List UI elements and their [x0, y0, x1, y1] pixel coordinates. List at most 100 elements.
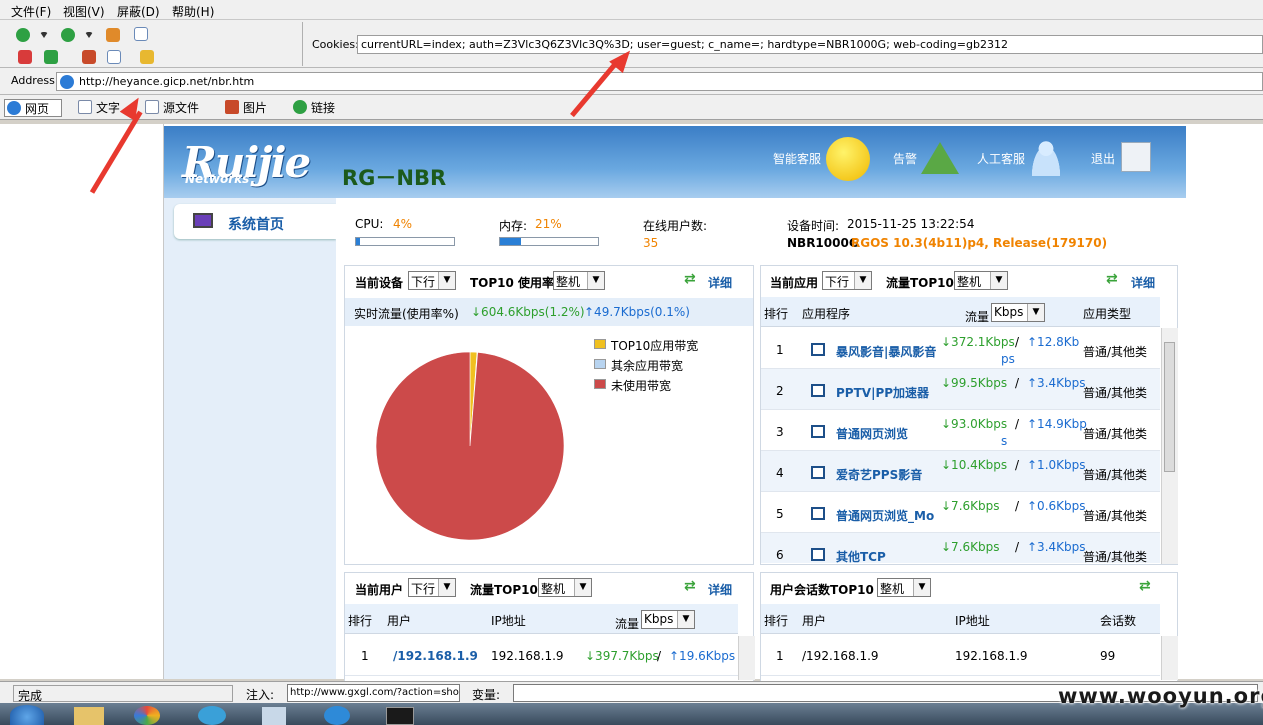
chevron-down-icon[interactable]: [85, 32, 93, 38]
refresh-icon[interactable]: ⇄: [1139, 578, 1151, 594]
col-traffic: 流量: [965, 310, 990, 324]
chevron-down-icon: ▼: [574, 579, 591, 596]
app-detail-link[interactable]: 详细: [1131, 274, 1155, 291]
app-direction-select[interactable]: 下行 ▼: [822, 271, 872, 290]
app-scope-select[interactable]: 整机 ▼: [954, 271, 1008, 290]
user-detail-link[interactable]: 详细: [708, 581, 732, 598]
browser-icon[interactable]: [198, 706, 226, 725]
device-scope-select[interactable]: 整机 ▼: [553, 271, 605, 290]
cell-rank: 1: [361, 649, 369, 663]
cell-app[interactable]: 普通网页浏览_Mo: [836, 507, 936, 524]
user-scope-select[interactable]: 整机 ▼: [538, 578, 592, 597]
app-scrollbar[interactable]: [1161, 328, 1178, 564]
cell-user[interactable]: /192.168.1.9: [393, 649, 478, 663]
tab-source[interactable]: 源文件: [143, 99, 213, 117]
chevron-down-icon: ▼: [1027, 304, 1044, 321]
cell-up: ↑14.9Kbp: [1027, 417, 1087, 431]
app-unit-select[interactable]: Kbps ▼: [991, 303, 1045, 322]
cell-app[interactable]: 暴风影音|暴风影音: [836, 343, 936, 360]
menu-help[interactable]: 帮助(H): [172, 3, 214, 20]
cpu-bar: [355, 237, 455, 246]
device-direction-select[interactable]: 下行 ▼: [408, 271, 456, 290]
human-service-link[interactable]: 人工客服: [977, 150, 1025, 167]
refresh-icon[interactable]: ⇄: [684, 271, 696, 287]
alarm-link[interactable]: 告警: [893, 150, 917, 167]
cell-type: 普通/其他类: [1083, 468, 1148, 482]
table-row[interactable]: 1 /192.168.1.9 192.168.1.9 99: [761, 636, 1160, 676]
lock-icon[interactable]: [140, 50, 154, 64]
table-row[interactable]: 3 普通网页浏览 ↓93.0Kbps / ↑14.9Kbp s 普通/其他类: [761, 410, 1160, 451]
app-top-label: 流量TOP10: [886, 276, 954, 290]
cpu-bar-fill: [356, 238, 360, 245]
cell-up-wrap: s: [1001, 434, 1008, 448]
menu-block[interactable]: 屏蔽(D): [117, 3, 160, 20]
smiley-icon[interactable]: [826, 137, 870, 181]
refresh-icon[interactable]: [44, 50, 58, 64]
address-input[interactable]: http://heyance.gicp.net/nbr.htm: [56, 72, 1263, 91]
save-icon[interactable]: [82, 50, 96, 64]
refresh-icon[interactable]: ⇄: [1106, 271, 1118, 287]
cell-up: ↑12.8Kb: [1027, 335, 1080, 349]
table-row[interactable]: 1 /192.168.1.9 192.168.1.9 ↓397.7Kbps / …: [345, 636, 738, 676]
table-row[interactable]: 4 爱奇艺PPS影音 ↓10.4Kbps / ↑1.0Kbps 普通/其他类: [761, 451, 1160, 492]
legend-swatch: [594, 379, 606, 389]
globe-icon: [293, 100, 307, 114]
cell-app[interactable]: 爱奇艺PPS影音: [836, 466, 936, 483]
cell-separator: /: [657, 649, 662, 663]
cell-rank: 2: [776, 384, 784, 398]
tab-links[interactable]: 链接: [291, 99, 347, 117]
cell-up: ↑3.4Kbps: [1027, 376, 1086, 390]
forward-icon[interactable]: [61, 28, 75, 42]
stop-icon[interactable]: [18, 50, 32, 64]
user-service-icon[interactable]: [1028, 138, 1064, 176]
legend-swatch: [594, 339, 606, 349]
tab-text[interactable]: 文字: [76, 99, 132, 117]
app-icon[interactable]: [262, 707, 286, 725]
session-scope-select[interactable]: 整机 ▼: [877, 578, 931, 597]
cell-down: ↓7.6Kbps: [941, 499, 1000, 513]
cell-rank: 6: [776, 548, 784, 562]
cell-app[interactable]: 普通网页浏览: [836, 425, 936, 442]
menu-file[interactable]: 文件(F): [11, 3, 51, 20]
chevron-down-icon: ▼: [677, 611, 694, 628]
refresh-icon[interactable]: ⇄: [684, 578, 696, 594]
device-detail-link[interactable]: 详细: [708, 274, 732, 291]
cookies-input[interactable]: currentURL=index; auth=Z3Vlc3Q6Z3Vlc3Q%3…: [357, 35, 1263, 54]
logout-link[interactable]: 退出: [1091, 150, 1115, 167]
explorer-icon[interactable]: [74, 707, 104, 725]
traffic-up: ↑49.7Kbps(0.1%): [584, 305, 690, 319]
cell-app[interactable]: PPTV|PP加速器: [836, 384, 936, 401]
globe-icon[interactable]: [324, 706, 350, 725]
new-page-icon[interactable]: [134, 27, 148, 41]
table-row[interactable]: 2 PPTV|PP加速器 ↓99.5Kbps / ↑3.4Kbps 普通/其他类: [761, 369, 1160, 410]
tab-images[interactable]: 图片: [223, 99, 279, 117]
user-direction-select[interactable]: 下行 ▼: [408, 578, 456, 597]
menu-view[interactable]: 视图(V): [63, 3, 105, 20]
inject-input[interactable]: http://www.gxgl.com/?action=show: [287, 684, 460, 702]
cell-up: ↑1.0Kbps: [1027, 458, 1086, 472]
home-icon[interactable]: [106, 28, 120, 42]
table-row[interactable]: 5 普通网页浏览_Mo ↓7.6Kbps / ↑0.6Kbps 普通/其他类: [761, 492, 1160, 533]
back-icon[interactable]: [16, 28, 30, 42]
copy-icon[interactable]: [107, 50, 121, 64]
select-value: 整机: [556, 275, 581, 289]
tab-webpage[interactable]: 网页: [4, 99, 62, 117]
chevron-down-icon[interactable]: [40, 32, 48, 38]
smart-service-link[interactable]: 智能客服: [773, 150, 821, 167]
app-icon[interactable]: [134, 706, 160, 725]
user-unit-select[interactable]: Kbps ▼: [641, 610, 695, 629]
terminal-icon[interactable]: [386, 707, 414, 725]
start-button[interactable]: [10, 705, 44, 725]
table-row[interactable]: 1 暴风影音|暴风影音 ↓372.1Kbps / ↑12.8Kb ps 普通/其他类: [761, 328, 1160, 369]
session-scrollbar[interactable]: [1161, 636, 1178, 680]
scroll-thumb[interactable]: [1164, 342, 1175, 472]
ie-icon: [7, 101, 21, 115]
logout-icon[interactable]: [1121, 142, 1151, 172]
table-row[interactable]: 6 其他TCP ↓7.6Kbps / ↑3.4Kbps 普通/其他类: [761, 533, 1160, 563]
cell-app[interactable]: 其他TCP: [836, 548, 936, 563]
traffic-label: 实时流量(使用率%): [354, 307, 459, 321]
session-table-header: 排行 用户 IP地址 会话数: [761, 604, 1160, 634]
cell-type: 普通/其他类: [1083, 427, 1148, 441]
user-scrollbar[interactable]: [738, 636, 755, 680]
logo-subtitle: Networks: [185, 172, 250, 186]
